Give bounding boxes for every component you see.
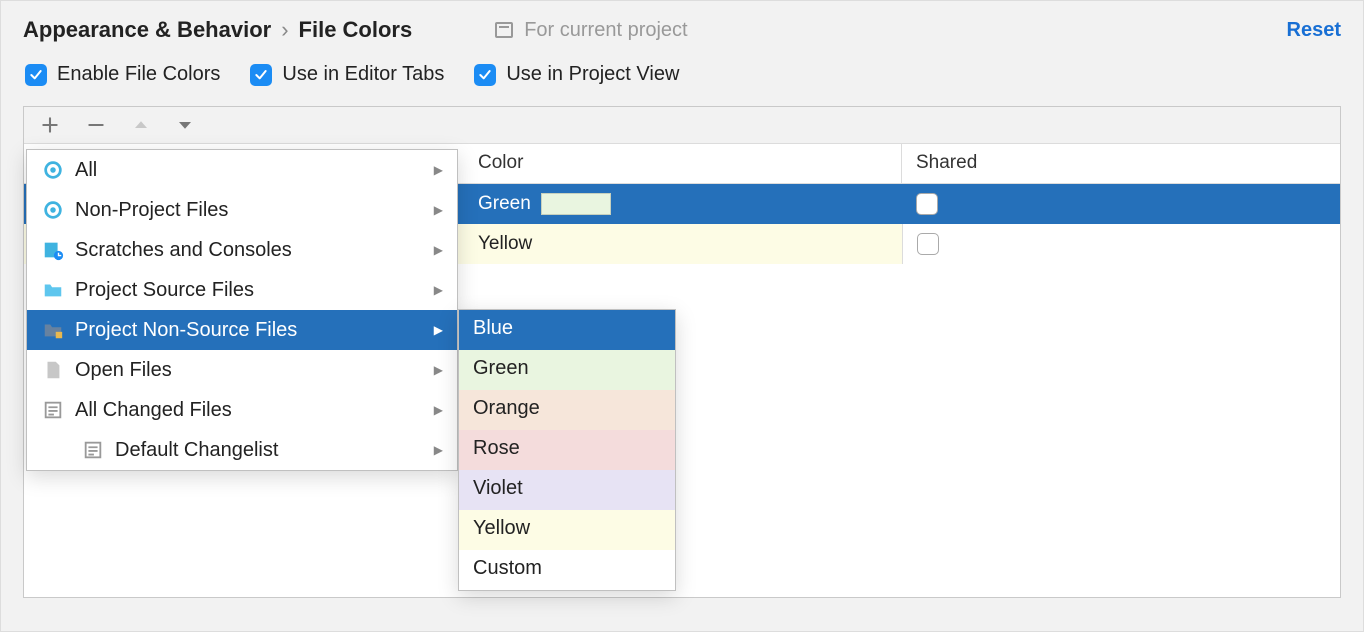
color-menu-item[interactable]: Rose xyxy=(459,430,675,470)
enable-file-colors-checkbox[interactable]: Enable File Colors xyxy=(25,63,220,86)
cell-color: Green xyxy=(464,187,902,221)
scope-menu-item-label: Open Files xyxy=(75,359,172,382)
scope-menu-item[interactable]: Default Changelist ▶ xyxy=(27,430,457,470)
color-menu-item[interactable]: Blue xyxy=(459,310,675,350)
scope-menu-item[interactable]: Project Source Files ▶ xyxy=(27,270,457,310)
breadcrumb-parent[interactable]: Appearance & Behavior xyxy=(23,17,271,43)
file-colors-panel: Name Color Shared Green Yellow All▶Non-P… xyxy=(23,106,1341,598)
column-header-color: Color xyxy=(464,144,902,183)
changes-icon xyxy=(41,398,65,422)
target-icon xyxy=(41,158,65,182)
submenu-arrow-icon: ▶ xyxy=(434,323,443,337)
move-down-button[interactable] xyxy=(176,116,194,134)
scope-menu-item-label: Scratches and Consoles xyxy=(75,239,292,262)
color-label: Yellow xyxy=(478,233,532,255)
scope-menu-item-label: All Changed Files xyxy=(75,399,232,422)
breadcrumb-separator: › xyxy=(281,17,288,43)
color-swatch xyxy=(541,193,611,215)
scope-menu-item[interactable]: All ▶ xyxy=(27,150,457,190)
scope-menu-item[interactable]: Non-Project Files ▶ xyxy=(27,190,457,230)
scope-popup: All▶Non-Project Files▶Scratches and Cons… xyxy=(26,149,458,471)
checkbox-checked-icon xyxy=(474,64,496,86)
submenu-arrow-icon: ▶ xyxy=(434,443,443,457)
column-header-shared: Shared xyxy=(902,144,1340,183)
color-menu-item[interactable]: Green xyxy=(459,350,675,390)
cell-shared[interactable] xyxy=(902,184,1340,224)
submenu-arrow-icon: ▶ xyxy=(434,403,443,417)
color-menu-item[interactable]: Orange xyxy=(459,390,675,430)
use-in-editor-tabs-label: Use in Editor Tabs xyxy=(282,63,444,86)
scope-menu-item-label: Non-Project Files xyxy=(75,199,228,222)
cell-color: Yellow xyxy=(464,227,902,261)
cell-shared[interactable] xyxy=(902,224,1340,264)
use-in-project-view-label: Use in Project View xyxy=(506,63,679,86)
move-up-button[interactable] xyxy=(132,116,150,134)
scope-menu-item[interactable]: Project Non-Source Files ▶ xyxy=(27,310,457,350)
color-popup: BlueGreenOrangeRoseVioletYellowCustom xyxy=(458,309,676,591)
use-in-project-view-checkbox[interactable]: Use in Project View xyxy=(474,63,679,86)
folder-alt-icon xyxy=(41,318,65,342)
scope-hint-text: For current project xyxy=(524,19,687,42)
color-menu-item[interactable]: Yellow xyxy=(459,510,675,550)
target-icon xyxy=(41,198,65,222)
enable-file-colors-label: Enable File Colors xyxy=(57,63,220,86)
use-in-editor-tabs-checkbox[interactable]: Use in Editor Tabs xyxy=(250,63,444,86)
submenu-arrow-icon: ▶ xyxy=(434,283,443,297)
breadcrumb-current: File Colors xyxy=(299,17,413,43)
scope-menu-item-label: Project Non-Source Files xyxy=(75,319,297,342)
checkbox-checked-icon xyxy=(25,64,47,86)
submenu-arrow-icon: ▶ xyxy=(434,203,443,217)
shared-checkbox[interactable] xyxy=(917,233,939,255)
panel-toolbar xyxy=(24,107,1340,144)
changes-icon xyxy=(81,438,105,462)
submenu-arrow-icon: ▶ xyxy=(434,243,443,257)
remove-button[interactable] xyxy=(86,115,106,135)
breadcrumb: Appearance & Behavior › File Colors xyxy=(23,17,412,43)
scratch-icon xyxy=(41,238,65,262)
scope-menu-item-label: All xyxy=(75,159,97,182)
file-icon xyxy=(41,358,65,382)
color-menu-item[interactable]: Custom xyxy=(459,550,675,590)
shared-checkbox[interactable] xyxy=(916,193,938,215)
reset-button[interactable]: Reset xyxy=(1287,19,1341,42)
submenu-arrow-icon: ▶ xyxy=(434,163,443,177)
scope-menu-item[interactable]: All Changed Files ▶ xyxy=(27,390,457,430)
project-scope-icon xyxy=(492,18,516,42)
scope-menu-item-label: Project Source Files xyxy=(75,279,254,302)
scope-hint: For current project xyxy=(492,18,687,42)
scope-menu-item[interactable]: Open Files ▶ xyxy=(27,350,457,390)
add-button[interactable] xyxy=(40,115,60,135)
scope-menu-item-label: Default Changelist xyxy=(115,439,278,462)
folder-icon xyxy=(41,278,65,302)
color-label: Green xyxy=(478,193,531,215)
color-menu-item[interactable]: Violet xyxy=(459,470,675,510)
scope-menu-item[interactable]: Scratches and Consoles ▶ xyxy=(27,230,457,270)
submenu-arrow-icon: ▶ xyxy=(434,363,443,377)
checkbox-checked-icon xyxy=(250,64,272,86)
